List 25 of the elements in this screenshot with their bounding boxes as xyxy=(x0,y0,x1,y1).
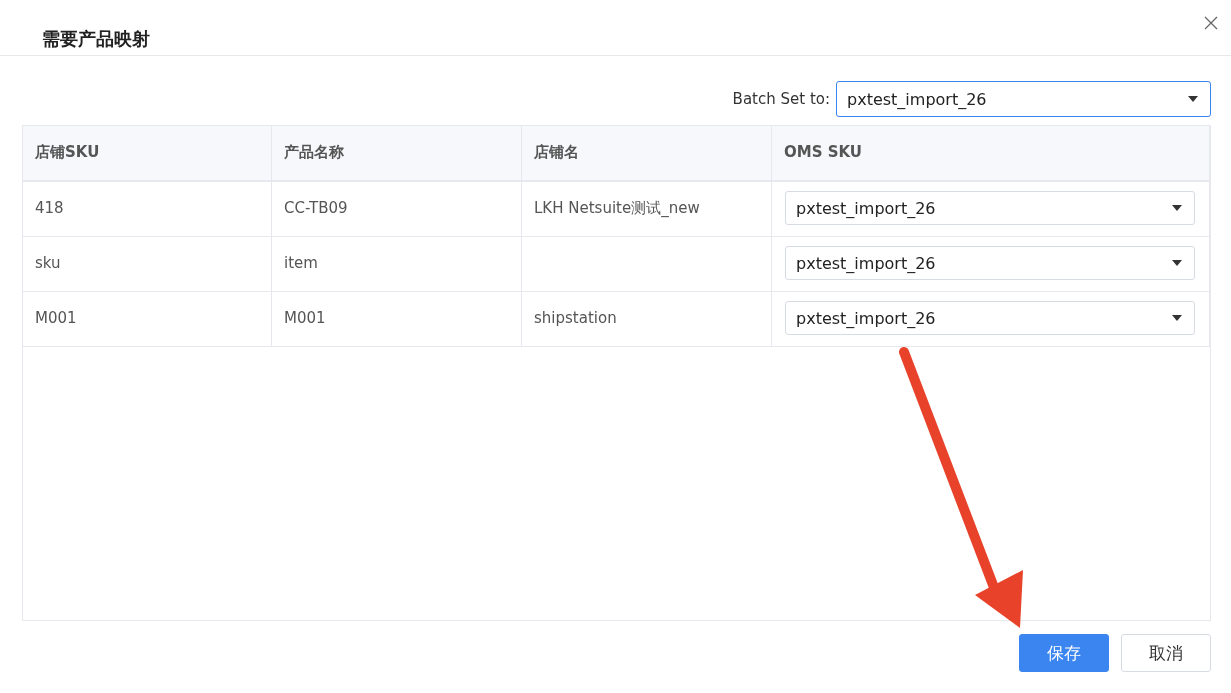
table-cell: sku xyxy=(23,237,272,291)
save-button[interactable]: 保存 xyxy=(1019,634,1109,672)
caret-icon xyxy=(1172,205,1182,211)
table-cell: M001 xyxy=(23,292,272,346)
caret-icon xyxy=(1172,315,1182,321)
table-cell: M001 xyxy=(272,292,522,346)
caret-icon xyxy=(1172,260,1182,266)
table-cell: item xyxy=(272,237,522,291)
select-field[interactable]: pxtest_import_26 xyxy=(785,301,1195,335)
table-cell: LKH Netsuite测试_new xyxy=(522,182,772,236)
select-field[interactable]: pxtest_import_26 xyxy=(785,191,1195,225)
close-icon[interactable] xyxy=(1204,16,1218,30)
column-header: OMS SKU xyxy=(772,126,1210,180)
column-header: 店铺SKU xyxy=(23,126,272,180)
column-header: 店铺名 xyxy=(522,126,772,180)
table-cell: shipstation xyxy=(522,292,772,346)
select-field[interactable]: pxtest_import_26 xyxy=(785,246,1195,280)
table-cell: CC-TB09 xyxy=(272,182,522,236)
batch-set-label: Batch Set to: xyxy=(732,90,830,108)
select-field[interactable]: pxtest_import_26 xyxy=(836,81,1211,117)
table-cell: 418 xyxy=(23,182,272,236)
cancel-button[interactable]: 取消 xyxy=(1121,634,1211,672)
column-header: 产品名称 xyxy=(272,126,522,180)
dialog-title: 需要产品映射 xyxy=(42,27,150,51)
caret-icon xyxy=(1188,96,1198,102)
